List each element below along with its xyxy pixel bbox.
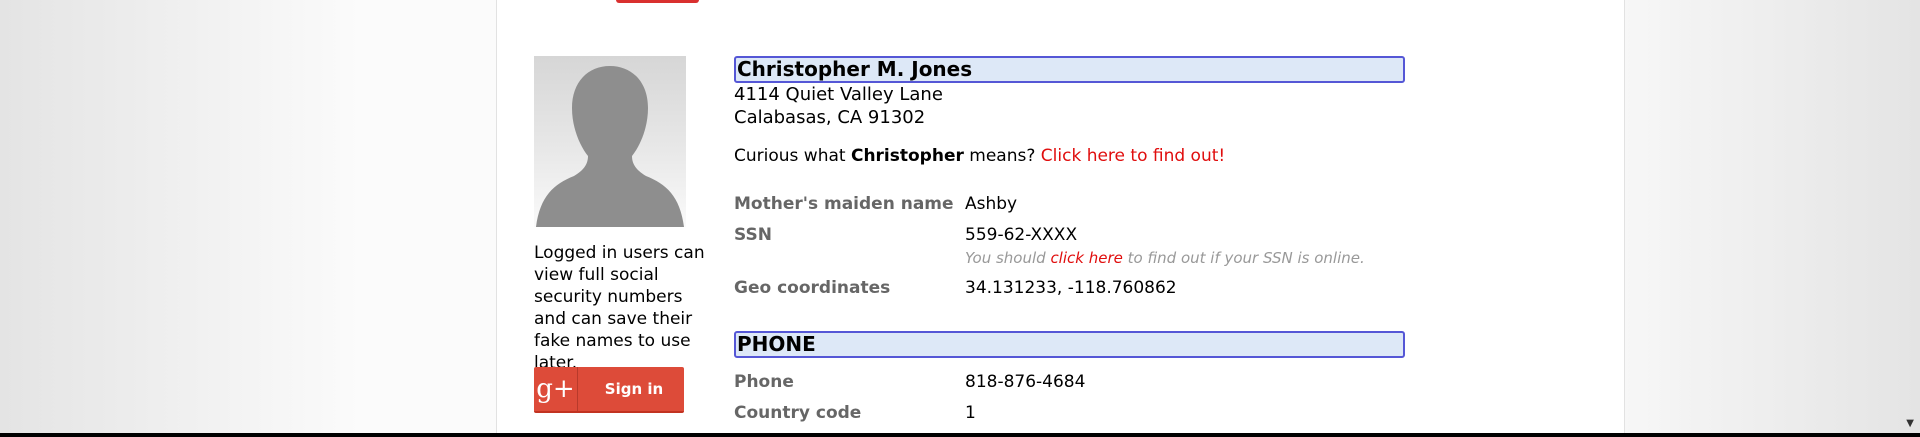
avatar <box>534 56 686 227</box>
address-line-2: Calabasas, CA 91302 <box>734 107 926 128</box>
phone-value: 818-876-4684 <box>965 372 1086 392</box>
person-name-heading: Christopher M. Jones <box>734 56 1405 83</box>
geo-coordinates-link[interactable]: 34.131233, -118.760862 <box>965 278 1177 298</box>
horizontal-scrollbar[interactable] <box>0 433 1920 437</box>
phone-label: Phone <box>734 372 794 392</box>
ssn-note-suffix: to find out if your SSN is online. <box>1122 249 1365 267</box>
maiden-name-label: Mother's maiden name <box>734 194 954 214</box>
name-meaning-prompt: Curious what Christopher means? Click he… <box>734 145 1225 167</box>
address-line-1: 4114 Quiet Valley Lane <box>734 84 943 105</box>
country-code-label: Country code <box>734 403 862 423</box>
person-silhouette-icon <box>536 66 684 227</box>
phone-section-heading: PHONE <box>734 331 1405 358</box>
geo-coordinates-label: Geo coordinates <box>734 278 891 298</box>
login-info-text: Logged in users can view full social sec… <box>534 243 705 373</box>
ssn-value: 559-62-XXXX <box>965 225 1078 245</box>
ssn-note: You should click here to find out if you… <box>965 249 1365 267</box>
first-name: Christopher <box>850 146 964 166</box>
ssn-label: SSN <box>734 225 772 245</box>
google-signin-button[interactable]: g+ Sign in <box>534 367 684 413</box>
ssn-check-link[interactable]: click here <box>1050 249 1122 267</box>
curious-prefix: Curious what <box>734 146 851 166</box>
scroll-down-arrow-icon[interactable]: ▼ <box>1906 418 1914 429</box>
maiden-name-value: Ashby <box>965 194 1018 214</box>
curious-middle: means? <box>963 146 1041 166</box>
top-button-edge[interactable] <box>616 0 699 3</box>
name-meaning-link[interactable]: Click here to find out! <box>1041 146 1225 166</box>
google-plus-icon: g+ <box>534 367 578 411</box>
country-code-value: 1 <box>965 403 976 423</box>
ssn-note-prefix: You should <box>965 249 1051 267</box>
signin-label: Sign in <box>604 380 664 398</box>
